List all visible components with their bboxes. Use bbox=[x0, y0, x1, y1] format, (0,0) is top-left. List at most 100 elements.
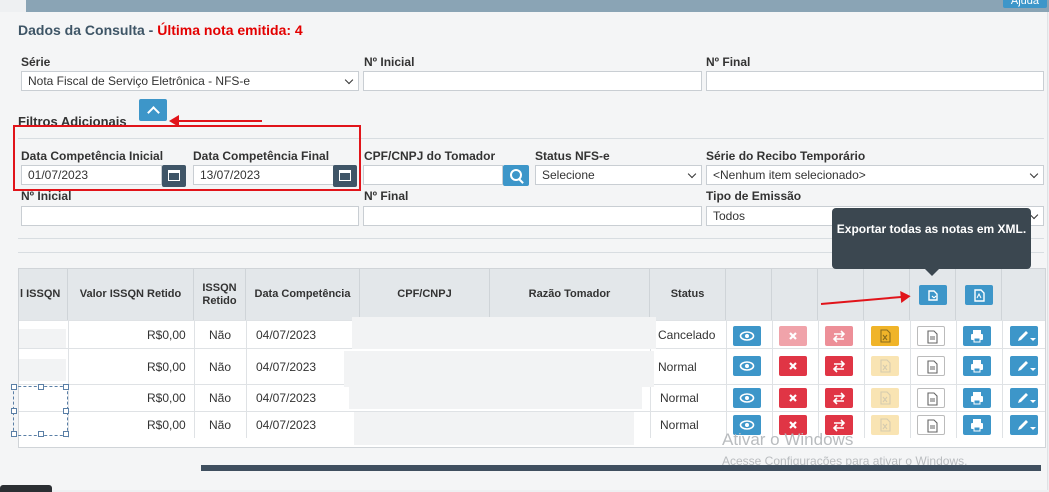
export-xls-button[interactable] bbox=[871, 415, 899, 435]
grid-line bbox=[818, 320, 819, 438]
cpf-input[interactable] bbox=[363, 165, 503, 185]
print-button[interactable] bbox=[963, 415, 991, 435]
top-bar: Ajuda bbox=[0, 0, 1049, 12]
serie-select[interactable]: Nota Fiscal de Serviço Eletrônica - NFS-… bbox=[21, 71, 359, 91]
annotation-arrow bbox=[169, 115, 262, 127]
cpf-label: CPF/CNPJ do Tomador bbox=[364, 149, 496, 163]
download-xml-button[interactable] bbox=[917, 388, 945, 408]
edit-dropdown-button[interactable] bbox=[1010, 415, 1038, 435]
n-final2-input[interactable] bbox=[363, 206, 702, 226]
export-xml-button[interactable] bbox=[918, 284, 947, 305]
serie-recibo-label: Série do Recibo Temporário bbox=[706, 149, 866, 163]
substitute-button[interactable] bbox=[825, 356, 853, 376]
horizontal-scrollbar[interactable] bbox=[201, 465, 1041, 471]
n-inicial-label: Nº Inicial bbox=[364, 55, 415, 69]
cancel-button[interactable] bbox=[779, 326, 807, 346]
grid-line bbox=[956, 320, 957, 438]
status-select[interactable]: Selecione bbox=[535, 165, 702, 185]
col-action bbox=[726, 269, 772, 320]
dc-inicial-label: Data Competência Inicial bbox=[21, 149, 164, 163]
cell-valor: R$0,00 bbox=[147, 328, 186, 342]
cell-valor: R$0,00 bbox=[147, 391, 186, 405]
download-xml-button[interactable] bbox=[917, 415, 945, 435]
substitute-button[interactable] bbox=[825, 326, 853, 346]
export-xls-button[interactable] bbox=[871, 388, 899, 408]
edit-dropdown-button[interactable] bbox=[1010, 356, 1038, 376]
print-button[interactable] bbox=[963, 388, 991, 408]
substitute-button[interactable] bbox=[825, 388, 853, 408]
cell-valor: R$0,00 bbox=[147, 418, 186, 432]
serie-label: Série bbox=[21, 55, 51, 69]
table-header: l ISSQN Valor ISSQN Retido ISSQN Retido … bbox=[19, 269, 1045, 320]
cell-data: 04/07/2023 bbox=[256, 418, 317, 432]
n-inicial2-input[interactable] bbox=[21, 206, 359, 226]
watermark-title: Ativar o Windows bbox=[722, 430, 854, 449]
cell-data: 04/07/2023 bbox=[256, 391, 317, 405]
cell-retido: Não bbox=[209, 360, 232, 374]
search-icon[interactable] bbox=[503, 165, 529, 186]
print-button[interactable] bbox=[963, 356, 991, 376]
n-final-input[interactable] bbox=[706, 71, 1044, 91]
export-xls-button[interactable] bbox=[871, 326, 899, 346]
filters-collapse-button[interactable] bbox=[139, 99, 167, 121]
n-final2-label: Nº Final bbox=[364, 189, 409, 203]
tipo-emissao-label: Tipo de Emissão bbox=[706, 189, 802, 203]
grid-line bbox=[194, 320, 195, 438]
cell-status: Normal bbox=[660, 418, 699, 432]
col-cpf[interactable]: CPF/CNPJ bbox=[360, 269, 490, 320]
export-xls-button[interactable] bbox=[871, 356, 899, 376]
cell-data: 04/07/2023 bbox=[256, 328, 317, 342]
grid-line bbox=[1002, 320, 1003, 438]
grid-line bbox=[772, 320, 773, 438]
view-button[interactable] bbox=[733, 326, 761, 346]
serie-recibo-select[interactable]: <Nenhum item selecionado> bbox=[706, 165, 1044, 185]
print-button[interactable] bbox=[963, 326, 991, 346]
grid-line bbox=[910, 320, 911, 438]
calendar-icon[interactable] bbox=[162, 165, 186, 187]
calendar-icon[interactable] bbox=[333, 165, 357, 187]
title-separator: - bbox=[144, 22, 158, 38]
col-export-xml bbox=[910, 269, 956, 320]
cancel-button[interactable] bbox=[779, 388, 807, 408]
selection-handle[interactable] bbox=[11, 384, 69, 437]
redacted-cell bbox=[354, 412, 634, 445]
redacted-cell bbox=[349, 385, 642, 409]
col-retido[interactable]: ISSQN Retido bbox=[194, 269, 246, 320]
last-note-text: Última nota emitida: 4 bbox=[157, 22, 303, 38]
grid-line bbox=[246, 320, 247, 438]
dc-final-input[interactable]: 13/07/2023 bbox=[193, 165, 334, 185]
col-action bbox=[818, 269, 864, 320]
col-data[interactable]: Data Competência bbox=[246, 269, 360, 320]
download-xml-button[interactable] bbox=[917, 326, 945, 346]
redacted-cell bbox=[19, 329, 66, 348]
cell-data: 04/07/2023 bbox=[256, 360, 317, 374]
grid-line bbox=[68, 320, 69, 438]
dc-inicial-input[interactable]: 01/07/2023 bbox=[21, 165, 162, 185]
redacted-cell bbox=[344, 351, 654, 387]
top-tab bbox=[0, 0, 26, 12]
n-inicial-input[interactable] bbox=[363, 71, 702, 91]
title-text: Dados da Consulta bbox=[18, 22, 145, 38]
n-inicial2-label: Nº Inicial bbox=[21, 189, 72, 203]
download-xml-button[interactable] bbox=[917, 356, 945, 376]
grid-line bbox=[726, 320, 727, 438]
cell-retido: Não bbox=[209, 418, 232, 432]
help-button[interactable]: Ajuda bbox=[1002, 0, 1047, 8]
edit-dropdown-button[interactable] bbox=[1010, 326, 1038, 346]
cell-status: Normal bbox=[658, 360, 697, 374]
dc-final-label: Data Competência Final bbox=[193, 149, 330, 163]
col-issqn[interactable]: l ISSQN bbox=[19, 269, 68, 320]
cell-retido: Não bbox=[209, 391, 232, 405]
col-razao[interactable]: Razão Tomador bbox=[490, 269, 650, 320]
page-title: Dados da Consulta - Última nota emitida:… bbox=[18, 22, 303, 38]
col-valor-retido[interactable]: Valor ISSQN Retido bbox=[68, 269, 194, 320]
edit-dropdown-button[interactable] bbox=[1010, 388, 1038, 408]
view-button[interactable] bbox=[733, 356, 761, 376]
tooltip: Exportar todas as notas em XML. bbox=[832, 208, 1031, 276]
grid-line bbox=[864, 320, 865, 438]
view-button[interactable] bbox=[733, 388, 761, 408]
cancel-button[interactable] bbox=[779, 356, 807, 376]
export-pdf-button[interactable] bbox=[964, 284, 993, 305]
cell-valor: R$0,00 bbox=[147, 360, 186, 374]
col-status[interactable]: Status bbox=[650, 269, 726, 320]
